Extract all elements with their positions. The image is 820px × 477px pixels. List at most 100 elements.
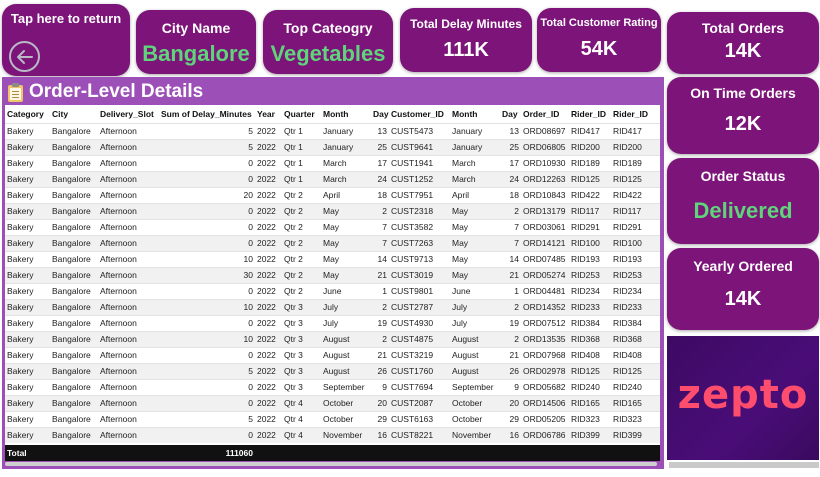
table-cell: Qtr 1 xyxy=(282,138,321,155)
table-cell: 25 xyxy=(371,138,389,155)
table-cell: Bakery xyxy=(5,186,50,203)
table-row[interactable]: Bakery Bangalore Afternoon 10 2022 Qtr 3 July 2… xyxy=(5,298,660,315)
table-cell: October xyxy=(450,410,500,427)
column-header[interactable]: Rider_ID xyxy=(611,105,660,123)
logo-divider xyxy=(669,462,819,468)
table-cell: 21 xyxy=(500,346,521,363)
column-header[interactable]: Quarter xyxy=(282,105,321,123)
table-cell: RID234 xyxy=(569,282,611,299)
table-row[interactable]: Bakery Bangalore Afternoon 0 2022 Qtr 1 March 1… xyxy=(5,154,660,171)
on-time-orders-label: On Time Orders xyxy=(690,85,796,101)
table-cell: CUST8221 xyxy=(389,426,450,443)
table-cell: Afternoon xyxy=(98,394,159,411)
table-cell: September xyxy=(450,378,500,395)
table-row[interactable]: Bakery Bangalore Afternoon 5 2022 Qtr 3 August… xyxy=(5,362,660,379)
column-header[interactable]: Month xyxy=(321,105,371,123)
table-cell: RID125 xyxy=(611,170,660,187)
column-header[interactable]: Sum of Delay_Minutes xyxy=(159,105,255,123)
column-header[interactable]: Day xyxy=(371,105,389,123)
table-cell: Bangalore xyxy=(50,250,98,267)
table-cell: 20 xyxy=(371,394,389,411)
vertical-scrollbar[interactable] xyxy=(660,123,664,445)
column-header[interactable]: Year xyxy=(255,105,282,123)
table-cell: 0 xyxy=(159,394,255,411)
table-cell: Bangalore xyxy=(50,282,98,299)
table-cell: 30 xyxy=(159,266,255,283)
table-cell: Bakery xyxy=(5,298,50,315)
table-row[interactable]: Bakery Bangalore Afternoon 0 2022 Qtr 3 August… xyxy=(5,346,660,363)
table-cell: 2022 xyxy=(255,378,282,395)
back-button[interactable]: Tap here to return xyxy=(2,4,130,76)
table-cell: Afternoon xyxy=(98,282,159,299)
panel-title: Order-Level Details xyxy=(8,80,203,104)
back-arrow-icon[interactable] xyxy=(9,41,40,72)
table-cell: 2 xyxy=(371,330,389,347)
table-cell: 2 xyxy=(371,298,389,315)
table-row[interactable]: Bakery Bangalore Afternoon 10 2022 Qtr 3 Augus… xyxy=(5,330,660,347)
table-cell: CUST2318 xyxy=(389,202,450,219)
table-cell: RID408 xyxy=(611,346,660,363)
table-row[interactable]: Bakery Bangalore Afternoon 0 2022 Qtr 2 June 1 C… xyxy=(5,282,660,299)
table-cell: Bangalore xyxy=(50,122,98,139)
horizontal-scrollbar[interactable] xyxy=(5,461,660,467)
table-row[interactable]: Bakery Bangalore Afternoon 0 2022 Qtr 2 May 7 CU… xyxy=(5,218,660,235)
table-viewport[interactable]: Category City Delivery_Slot Sum of Delay… xyxy=(5,105,660,461)
table-cell: Qtr 3 xyxy=(282,346,321,363)
column-header[interactable]: Category xyxy=(5,105,50,123)
table-cell: August xyxy=(321,362,371,379)
table-cell: 5 xyxy=(159,410,255,427)
column-header[interactable]: Customer_ID xyxy=(389,105,450,123)
table-cell: RID384 xyxy=(569,314,611,331)
table-cell: Qtr 4 xyxy=(282,394,321,411)
column-header[interactable]: Month xyxy=(450,105,500,123)
on-time-orders-value: 12K xyxy=(724,113,762,135)
table-row[interactable]: Bakery Bangalore Afternoon 5 2022 Qtr 1 Januar… xyxy=(5,122,660,139)
column-header[interactable]: City xyxy=(50,105,98,123)
table-cell: ORD05274 xyxy=(521,266,569,283)
column-header[interactable]: Day xyxy=(500,105,521,123)
order-details-table: Category City Delivery_Slot Sum of Delay… xyxy=(5,105,660,443)
table-row[interactable]: Bakery Bangalore Afternoon 0 2022 Qtr 2 May 2 CU… xyxy=(5,202,660,219)
column-header[interactable]: Rider_ID xyxy=(569,105,611,123)
table-cell: May xyxy=(321,234,371,251)
table-row[interactable]: Bakery Bangalore Afternoon 0 2022 Qtr 4 Novemb… xyxy=(5,426,660,443)
table-row[interactable]: Bakery Bangalore Afternoon 0 2022 Qtr 3 July 19… xyxy=(5,314,660,331)
table-cell: 2 xyxy=(500,202,521,219)
table-row[interactable]: Bakery Bangalore Afternoon 0 2022 Qtr 2 May 7 CU… xyxy=(5,234,660,251)
table-cell: ORD10843 xyxy=(521,186,569,203)
table-cell: ORD04481 xyxy=(521,282,569,299)
table-cell: Bakery xyxy=(5,234,50,251)
table-cell: 26 xyxy=(500,362,521,379)
table-row[interactable]: Bakery Bangalore Afternoon 0 2022 Qtr 3 Septem… xyxy=(5,378,660,395)
table-cell: Afternoon xyxy=(98,362,159,379)
table-row[interactable]: Bakery Bangalore Afternoon 10 2022 Qtr 2 May 14… xyxy=(5,250,660,267)
table-cell: January xyxy=(321,138,371,155)
table-cell: 29 xyxy=(371,410,389,427)
table-cell: July xyxy=(321,314,371,331)
table-cell: 7 xyxy=(371,218,389,235)
table-row[interactable]: Bakery Bangalore Afternoon 20 2022 Qtr 2 April… xyxy=(5,186,660,203)
table-cell: Qtr 1 xyxy=(282,170,321,187)
table-cell: Bakery xyxy=(5,394,50,411)
table-cell: Bakery xyxy=(5,154,50,171)
table-cell: RID165 xyxy=(569,394,611,411)
table-cell: Bakery xyxy=(5,426,50,443)
table-cell: October xyxy=(321,394,371,411)
table-cell: Qtr 3 xyxy=(282,298,321,315)
table-row[interactable]: Bakery Bangalore Afternoon 30 2022 Qtr 2 May 21… xyxy=(5,266,660,283)
horizontal-scroll-thumb[interactable] xyxy=(5,462,657,466)
table-row[interactable]: Bakery Bangalore Afternoon 0 2022 Qtr 4 Octobe… xyxy=(5,394,660,411)
column-header[interactable]: Order_ID xyxy=(521,105,569,123)
customer-rating-label: Total Customer Rating xyxy=(540,17,658,29)
table-cell: Afternoon xyxy=(98,426,159,443)
table-cell: 1 xyxy=(500,282,521,299)
table-cell: Bangalore xyxy=(50,362,98,379)
table-cell: Bangalore xyxy=(50,298,98,315)
column-header[interactable]: Delivery_Slot xyxy=(98,105,159,123)
table-row[interactable]: Bakery Bangalore Afternoon 5 2022 Qtr 1 Januar… xyxy=(5,138,660,155)
table-row[interactable]: Bakery Bangalore Afternoon 0 2022 Qtr 1 March 2… xyxy=(5,170,660,187)
table-cell: October xyxy=(321,410,371,427)
table-row[interactable]: Bakery Bangalore Afternoon 5 2022 Qtr 4 Octobe… xyxy=(5,410,660,427)
table-cell: CUST6163 xyxy=(389,410,450,427)
table-cell: ORD07968 xyxy=(521,346,569,363)
